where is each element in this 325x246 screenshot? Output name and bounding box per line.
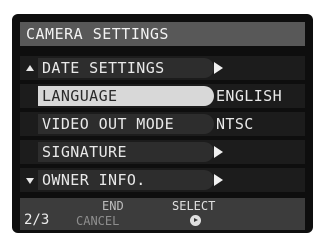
- scroll-up-icon[interactable]: [26, 65, 34, 71]
- submenu-arrow-icon: [214, 62, 223, 74]
- menu-item-value: NTSC: [216, 115, 254, 133]
- menu-item-video-out-mode[interactable]: VIDEO OUT MODE NTSC: [20, 112, 305, 136]
- menu-item-label: OWNER INFO.: [42, 171, 146, 189]
- menu-item-owner-info[interactable]: OWNER INFO.: [20, 168, 305, 192]
- title-bar: CAMERA SETTINGS: [20, 22, 305, 46]
- ok-button-icon[interactable]: [190, 215, 201, 226]
- camera-menu-screen: CAMERA SETTINGS DATE SETTINGS LANGUAGE E…: [12, 14, 313, 233]
- submenu-arrow-icon: [214, 146, 223, 158]
- menu-item-label: DATE SETTINGS: [42, 59, 165, 77]
- menu-item-value: ENGLISH: [216, 87, 283, 105]
- footer-bar: 2/3 END CANCEL SELECT: [20, 198, 305, 230]
- page-indicator: 2/3: [24, 212, 50, 228]
- menu-item-label: VIDEO OUT MODE: [42, 115, 175, 133]
- menu-item-language[interactable]: LANGUAGE ENGLISH: [20, 84, 305, 108]
- end-button[interactable]: END: [102, 199, 124, 213]
- select-hint: SELECT: [172, 199, 216, 213]
- menu-title: CAMERA SETTINGS: [26, 25, 169, 43]
- menu-item-signature[interactable]: SIGNATURE: [20, 140, 305, 164]
- menu-item-label: SIGNATURE: [42, 143, 127, 161]
- cancel-hint: CANCEL: [76, 214, 120, 228]
- menu-item-date-settings[interactable]: DATE SETTINGS: [20, 56, 305, 80]
- submenu-arrow-icon: [214, 174, 223, 186]
- menu-item-label: LANGUAGE: [42, 87, 118, 105]
- scroll-down-icon[interactable]: [26, 178, 34, 184]
